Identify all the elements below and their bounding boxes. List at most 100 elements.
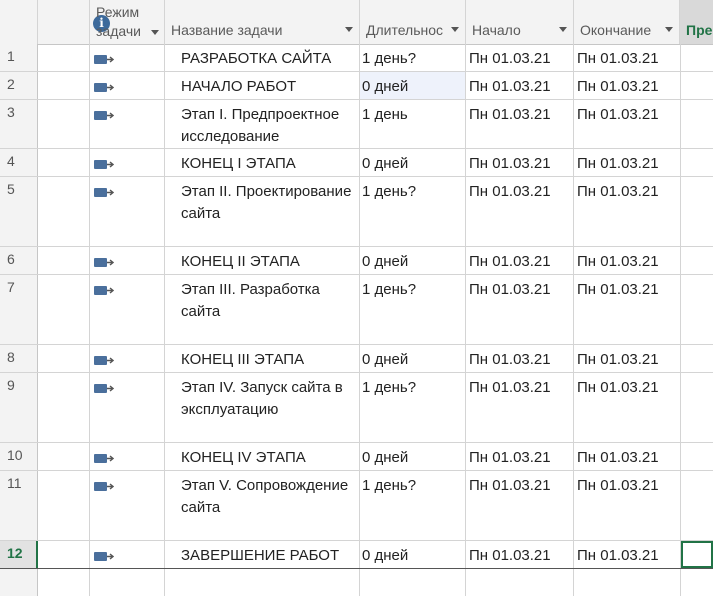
table-row[interactable]: 1 РАЗРАБОТКА САЙТА 1 день? Пн 01.03.21 Пн 01… (0, 44, 713, 72)
end-cell[interactable]: Пн 01.03.21 (574, 44, 681, 71)
indicator-cell[interactable] (38, 443, 90, 470)
predecessors-cell[interactable] (681, 177, 713, 246)
table-row[interactable]: 8 КОНЕЦ III ЭТАПА 0 дней Пн 01.03.21 Пн 01.0… (0, 345, 713, 373)
chevron-down-icon[interactable] (559, 27, 567, 32)
predecessors-cell[interactable] (681, 345, 713, 372)
row-number[interactable]: 2 (0, 72, 38, 99)
indicator-cell[interactable] (38, 149, 90, 176)
row-number[interactable]: 11 (0, 471, 38, 540)
duration-cell[interactable]: 0 дней (360, 247, 466, 274)
task-name-cell[interactable]: КОНЕЦ IV ЭТАПА (165, 443, 360, 470)
duration-cell[interactable]: 1 день? (360, 177, 466, 246)
predecessors-cell[interactable] (681, 100, 713, 148)
duration-cell[interactable]: 1 день? (360, 275, 466, 344)
select-all-corner[interactable] (0, 0, 38, 44)
duration-cell[interactable]: 0 дней (360, 345, 466, 372)
task-mode-cell[interactable] (90, 443, 165, 470)
table-row[interactable]: 4 КОНЕЦ I ЭТАПА 0 дней Пн 01.03.21 Пн 01.03.… (0, 149, 713, 177)
column-header-duration[interactable]: Длительнос (360, 0, 466, 44)
chevron-down-icon[interactable] (665, 27, 673, 32)
table-row[interactable]: 7 Этап III. Разработка сайта 1 день? Пн 01.… (0, 275, 713, 345)
start-cell[interactable]: Пн 01.03.21 (466, 72, 574, 99)
predecessors-cell[interactable] (681, 247, 713, 274)
predecessors-cell[interactable] (681, 275, 713, 344)
row-number[interactable]: 10 (0, 443, 38, 470)
end-cell[interactable]: Пн 01.03.21 (574, 275, 681, 344)
duration-cell[interactable]: 1 день? (360, 471, 466, 540)
row-number[interactable]: 7 (0, 275, 38, 344)
task-name-cell[interactable]: Этап IV. Запуск сайта в эксплуатацию (165, 373, 360, 442)
column-header-start[interactable]: Начало (466, 0, 574, 44)
predecessors-cell[interactable] (681, 541, 713, 568)
row-number[interactable]: 8 (0, 345, 38, 372)
indicator-cell[interactable] (38, 100, 90, 148)
predecessors-cell[interactable] (681, 44, 713, 71)
duration-cell[interactable]: 0 дней (360, 541, 466, 568)
start-cell[interactable]: Пн 01.03.21 (466, 443, 574, 470)
start-cell[interactable]: Пн 01.03.21 (466, 373, 574, 442)
indicator-cell[interactable] (38, 471, 90, 540)
predecessors-cell[interactable] (681, 373, 713, 442)
predecessors-cell[interactable] (681, 443, 713, 470)
table-row[interactable]: 12 ЗАВЕРШЕНИЕ РАБОТ 0 дней Пн 01.03.21 Пн 01… (0, 541, 713, 569)
chevron-down-icon[interactable] (151, 30, 159, 35)
task-name-cell[interactable]: Этап II. Проектирование сайта (165, 177, 360, 246)
column-header-indicators[interactable]: i (38, 0, 110, 44)
column-header-end[interactable]: Окончание (574, 0, 680, 44)
task-mode-cell[interactable] (90, 345, 165, 372)
end-cell[interactable]: Пн 01.03.21 (574, 177, 681, 246)
table-row[interactable]: 3 Этап I. Предпроектное исследование 1 ден… (0, 100, 713, 149)
indicator-cell[interactable] (38, 177, 90, 246)
duration-cell[interactable]: 1 день? (360, 44, 466, 71)
end-cell[interactable]: Пн 01.03.21 (574, 443, 681, 470)
end-cell[interactable]: Пн 01.03.21 (574, 471, 681, 540)
start-cell[interactable]: Пн 01.03.21 (466, 247, 574, 274)
column-header-task-mode[interactable]: Режим задачи (90, 0, 165, 44)
row-number[interactable]: 4 (0, 149, 38, 176)
duration-cell[interactable]: 0 дней (360, 443, 466, 470)
predecessors-cell[interactable] (681, 471, 713, 540)
indicator-cell[interactable] (38, 72, 90, 99)
indicator-cell[interactable] (38, 541, 90, 568)
start-cell[interactable]: Пн 01.03.21 (466, 177, 574, 246)
task-name-cell[interactable]: ЗАВЕРШЕНИЕ РАБОТ (165, 541, 360, 568)
start-cell[interactable]: Пн 01.03.21 (466, 275, 574, 344)
task-mode-cell[interactable] (90, 569, 165, 596)
row-number[interactable]: 6 (0, 247, 38, 274)
end-cell[interactable]: Пн 01.03.21 (574, 541, 681, 568)
indicator-cell[interactable] (38, 345, 90, 372)
predecessors-cell[interactable] (681, 72, 713, 99)
start-cell[interactable]: Пн 01.03.21 (466, 100, 574, 148)
task-mode-cell[interactable] (90, 373, 165, 442)
indicator-cell[interactable] (38, 247, 90, 274)
start-cell[interactable]: Пн 01.03.21 (466, 471, 574, 540)
indicator-cell[interactable] (38, 44, 90, 71)
duration-cell[interactable] (360, 569, 466, 596)
task-name-cell[interactable]: РАЗРАБОТКА САЙТА (165, 44, 360, 71)
task-mode-cell[interactable] (90, 100, 165, 148)
table-row[interactable]: 2 НАЧАЛО РАБОТ 0 дней Пн 01.03.21 Пн 01.03.2… (0, 72, 713, 100)
indicator-cell[interactable] (38, 569, 90, 596)
indicator-cell[interactable] (38, 275, 90, 344)
end-cell[interactable] (574, 569, 681, 596)
end-cell[interactable]: Пн 01.03.21 (574, 100, 681, 148)
start-cell[interactable]: Пн 01.03.21 (466, 541, 574, 568)
row-number[interactable]: 3 (0, 100, 38, 148)
task-mode-cell[interactable] (90, 44, 165, 71)
end-cell[interactable]: Пн 01.03.21 (574, 247, 681, 274)
predecessors-cell[interactable] (681, 569, 713, 596)
start-cell[interactable]: Пн 01.03.21 (466, 44, 574, 71)
empty-row[interactable] (0, 569, 713, 596)
row-number[interactable]: 5 (0, 177, 38, 246)
task-mode-cell[interactable] (90, 177, 165, 246)
table-row[interactable]: 5 Этап II. Проектирование сайта 1 день? Пн … (0, 177, 713, 247)
task-name-cell[interactable]: КОНЕЦ III ЭТАПА (165, 345, 360, 372)
task-name-cell[interactable]: КОНЕЦ II ЭТАПА (165, 247, 360, 274)
row-number-empty[interactable] (0, 569, 38, 596)
table-row[interactable]: 9 Этап IV. Запуск сайта в эксплуатацию 1 д… (0, 373, 713, 443)
start-cell[interactable]: Пн 01.03.21 (466, 149, 574, 176)
duration-cell[interactable]: 1 день (360, 100, 466, 148)
row-number[interactable]: 12 (0, 541, 38, 568)
duration-cell[interactable]: 0 дней (360, 72, 466, 99)
task-mode-cell[interactable] (90, 471, 165, 540)
